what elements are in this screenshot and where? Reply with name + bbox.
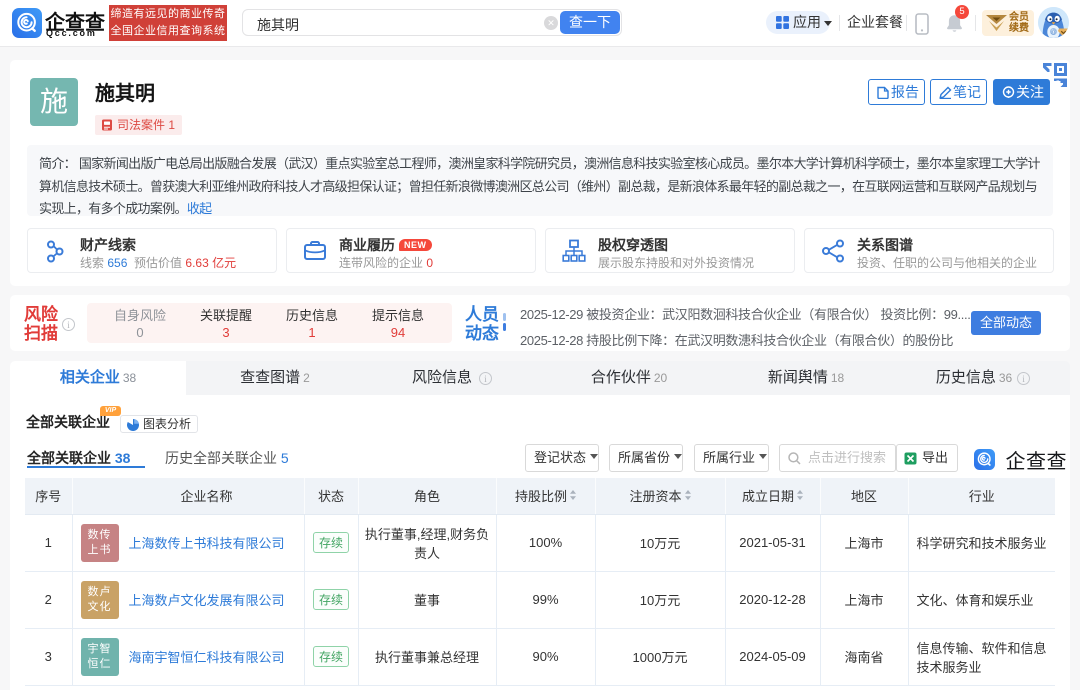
svg-text:@: @ bbox=[1051, 30, 1057, 36]
